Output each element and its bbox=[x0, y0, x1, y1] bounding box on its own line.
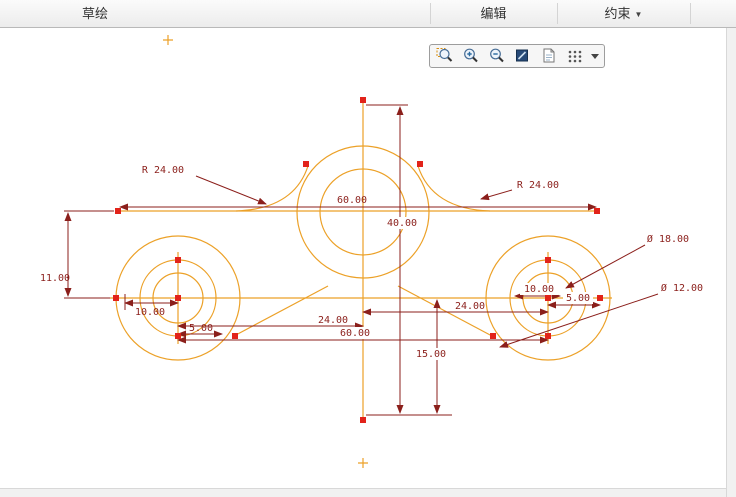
vertex-handle[interactable] bbox=[175, 295, 181, 301]
vertex-handle[interactable] bbox=[545, 257, 551, 263]
saved-view-list-button[interactable] bbox=[537, 46, 560, 66]
zoom-in-button[interactable] bbox=[459, 46, 482, 66]
dim-top-width[interactable]: 60.00 bbox=[337, 195, 367, 206]
dim-right-hole-offset[interactable]: 5.00 bbox=[566, 293, 590, 304]
vertex-handle[interactable] bbox=[417, 161, 423, 167]
zoom-out-icon bbox=[489, 48, 504, 63]
dimension-lines[interactable] bbox=[64, 104, 659, 416]
vertex-handle[interactable] bbox=[490, 333, 496, 339]
tab-constrain[interactable]: 约束 ▼ bbox=[557, 0, 690, 27]
dim-hole-inner-diameter[interactable]: Ø 12.00 bbox=[661, 282, 703, 294]
dim-bottom-depth[interactable]: 15.00 bbox=[416, 349, 446, 360]
vertical-scrollbar[interactable] bbox=[726, 28, 736, 497]
witness-lines bbox=[64, 104, 452, 416]
vertex-handle[interactable] bbox=[594, 208, 600, 214]
dim-fillet-left[interactable]: R 24.00 bbox=[142, 165, 184, 176]
vertex-handle[interactable] bbox=[360, 417, 366, 423]
zoom-in-icon bbox=[463, 48, 478, 63]
ribbon-tab-strip: 草绘 编辑 约束 ▼ bbox=[0, 0, 736, 28]
vertex-handle[interactable] bbox=[303, 161, 309, 167]
reference-cross-bottom[interactable] bbox=[358, 458, 368, 468]
dim-left-offset[interactable]: 11.00 bbox=[40, 273, 70, 284]
tab-sketch-label: 草绘 bbox=[81, 6, 108, 21]
dimension-text-backgrounds bbox=[337, 217, 593, 360]
zoom-out-button[interactable] bbox=[485, 46, 508, 66]
chevron-down-icon: ▼ bbox=[634, 10, 643, 19]
dim-hole-outer-diameter[interactable]: Ø 18.00 bbox=[647, 233, 689, 245]
tab-constrain-label: 约束 bbox=[604, 6, 631, 21]
dim-fillet-right[interactable]: R 24.00 bbox=[517, 180, 559, 191]
chevron-down-icon bbox=[591, 53, 599, 59]
vertex-handle[interactable] bbox=[175, 333, 181, 339]
reference-cross-top[interactable] bbox=[163, 35, 173, 45]
ribbon-separator bbox=[690, 3, 691, 24]
dim-right-hole-width[interactable]: 10.00 bbox=[524, 284, 554, 295]
dim-bottom-width[interactable]: 60.00 bbox=[340, 328, 370, 339]
dim-left-hole-offset[interactable]: 5.00 bbox=[189, 323, 213, 334]
display-filters-button[interactable] bbox=[563, 46, 586, 66]
horizontal-scrollbar[interactable] bbox=[0, 488, 726, 497]
display-filters-dropdown-button[interactable] bbox=[589, 46, 601, 66]
dim-center-height[interactable]: 40.00 bbox=[387, 218, 417, 229]
leader-diameter-18 bbox=[565, 244, 646, 289]
left-bottom-tangent-line[interactable] bbox=[233, 285, 329, 337]
view-toolbar bbox=[429, 44, 605, 68]
leader-fillet-right bbox=[480, 189, 513, 201]
zoom-window-icon bbox=[436, 48, 452, 62]
dim-left-hole-width[interactable]: 10.00 bbox=[135, 307, 165, 318]
dim-left-center-distance[interactable]: 24.00 bbox=[318, 315, 348, 326]
vertex-handle[interactable] bbox=[597, 295, 603, 301]
tab-edit[interactable]: 编辑 bbox=[430, 0, 557, 27]
leader-fillet-left bbox=[195, 175, 267, 205]
tab-edit-label: 编辑 bbox=[480, 6, 507, 21]
vertex-handle[interactable] bbox=[113, 295, 119, 301]
vertex-handle[interactable] bbox=[545, 333, 551, 339]
zoom-window-button[interactable] bbox=[433, 46, 456, 66]
saved-view-list-icon bbox=[543, 48, 554, 63]
vertex-handle[interactable] bbox=[360, 97, 366, 103]
vertex-handle[interactable] bbox=[545, 295, 551, 301]
repaint-icon bbox=[515, 49, 528, 62]
vertex-handle[interactable] bbox=[115, 208, 121, 214]
vertex-handle[interactable] bbox=[175, 257, 181, 263]
tab-sketch[interactable]: 草绘 bbox=[60, 0, 130, 27]
dim-right-center-distance[interactable]: 24.00 bbox=[455, 301, 485, 312]
repaint-button[interactable] bbox=[511, 46, 534, 66]
vertex-handle[interactable] bbox=[232, 333, 238, 339]
sketch-canvas[interactable]: R 24.00 R 24.00 60.00 40.00 11.00 10.00 … bbox=[0, 0, 736, 497]
display-filters-icon bbox=[568, 50, 581, 63]
